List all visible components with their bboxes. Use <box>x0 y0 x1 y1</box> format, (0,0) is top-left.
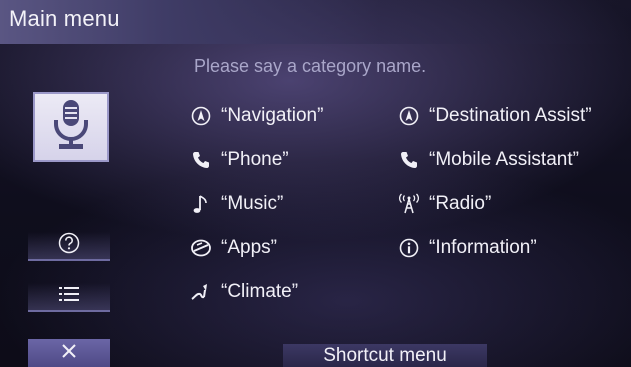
command-label: “Information” <box>429 237 537 258</box>
navigation-compass-icon <box>190 105 212 127</box>
command-label: “Music” <box>221 193 284 214</box>
help-button[interactable] <box>28 232 110 261</box>
command-climate[interactable]: “Climate” <box>190 281 298 303</box>
page-title: Main menu <box>9 6 120 31</box>
climate-fan-icon <box>190 281 212 303</box>
phone-icon <box>398 149 420 171</box>
command-mobile-assistant[interactable]: “Mobile Assistant” <box>398 149 579 171</box>
voice-prompt: Please say a category name. <box>194 56 427 76</box>
help-circle-icon <box>58 232 80 259</box>
info-icon <box>398 237 420 259</box>
command-label: “Radio” <box>429 193 492 214</box>
command-navigation[interactable]: “Navigation” <box>190 105 323 127</box>
list-icon <box>58 285 80 308</box>
command-phone[interactable]: “Phone” <box>190 149 289 171</box>
command-information[interactable]: “Information” <box>398 237 537 259</box>
command-label: “Mobile Assistant” <box>429 149 579 170</box>
music-note-icon <box>190 193 212 215</box>
microphone-icon <box>51 98 91 157</box>
command-label: “Navigation” <box>221 105 324 126</box>
shortcut-menu-button[interactable]: Shortcut menu <box>283 344 487 367</box>
close-button[interactable] <box>28 339 110 367</box>
close-icon <box>61 343 77 364</box>
apps-icon <box>190 237 212 259</box>
command-music[interactable]: “Music” <box>190 193 283 215</box>
command-destination-assist[interactable]: “Destination Assist” <box>398 105 592 127</box>
command-label: “Climate” <box>221 281 299 302</box>
list-button[interactable] <box>28 283 110 312</box>
radio-tower-icon <box>398 193 420 215</box>
command-label: “Phone” <box>221 149 289 170</box>
command-radio[interactable]: “Radio” <box>398 193 491 215</box>
microphone-button[interactable] <box>33 92 109 162</box>
command-label: “Apps” <box>221 237 277 258</box>
shortcut-menu-label: Shortcut menu <box>323 344 447 366</box>
title-bar: Main menu <box>0 0 631 44</box>
command-apps[interactable]: “Apps” <box>190 237 277 259</box>
navigation-compass-icon <box>398 105 420 127</box>
command-label: “Destination Assist” <box>429 105 592 126</box>
phone-icon <box>190 149 212 171</box>
